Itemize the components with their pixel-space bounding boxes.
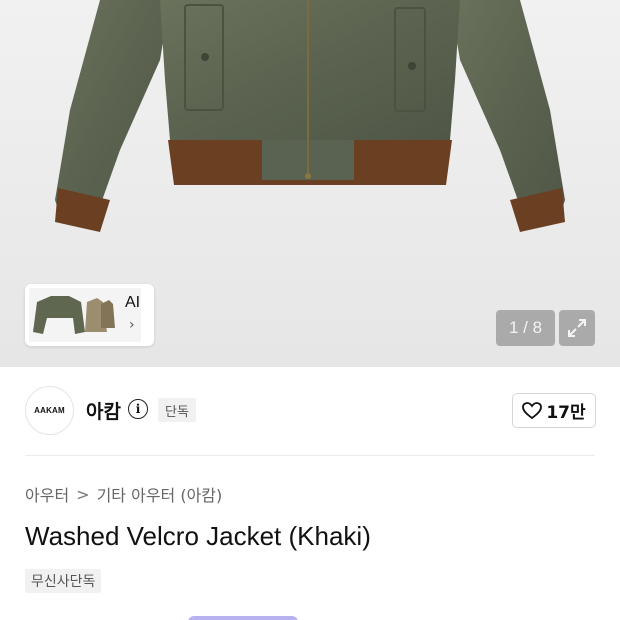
exclusive-badge: 단독 — [158, 398, 196, 422]
breadcrumb-item-other-outer[interactable]: 기타 아우터 (아캄) — [97, 482, 223, 506]
expand-button[interactable] — [559, 310, 595, 346]
bottom-pill — [188, 616, 298, 620]
ai-label: AI — [125, 294, 141, 311]
product-title: Washed Velcro Jacket (Khaki) — [25, 521, 371, 551]
exclusive-tag: 무신사단독 — [25, 569, 102, 593]
expand-icon — [568, 319, 586, 337]
info-icon[interactable]: i — [128, 399, 148, 419]
chevron-right-icon: › — [129, 317, 135, 333]
brand-name[interactable]: 아캄 — [86, 397, 121, 424]
breadcrumb-separator: > — [76, 484, 90, 504]
like-button[interactable]: 17만 — [512, 393, 596, 428]
breadcrumb-item-outer[interactable]: 아우터 — [25, 482, 69, 506]
breadcrumb: 아우터 > 기타 아우터 (아캄) — [25, 482, 222, 506]
brand-logo[interactable]: AAKAM — [25, 386, 74, 435]
thumbnail-strip[interactable]: AI › — [25, 284, 154, 346]
divider — [25, 455, 595, 456]
like-count: 17만 — [546, 403, 586, 423]
image-counter: 1 / 8 — [496, 310, 555, 346]
heart-icon — [522, 401, 543, 419]
product-image-gallery[interactable]: AI › 1 / 8 — [0, 0, 620, 367]
